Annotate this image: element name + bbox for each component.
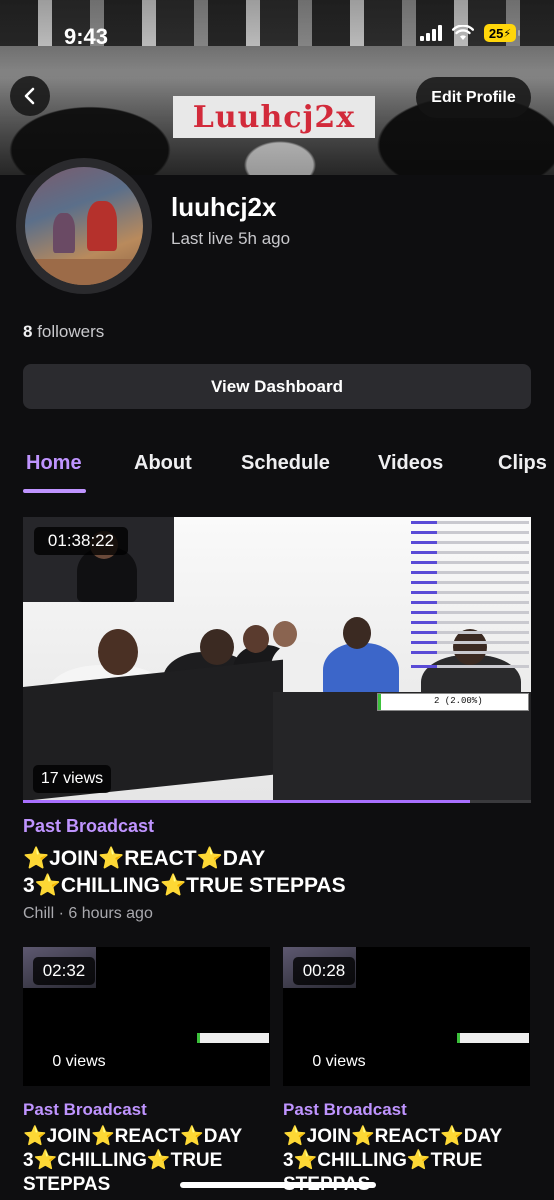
tab-about[interactable]: About [134,452,192,475]
poll-overlay: 2 (2.00%) [377,693,529,711]
view-count: 17 views [33,765,111,793]
tab-videos[interactable]: Videos [378,452,443,475]
view-count: 0 views [33,1048,125,1076]
tab-clips[interactable]: Clips [498,452,547,475]
video-meta: Chill · 6 hours ago [23,905,153,922]
watch-progress-fill [23,800,471,803]
edit-profile-button[interactable]: Edit Profile [416,77,531,118]
tab-home[interactable]: Home [26,452,82,475]
watch-progress-bar [23,800,531,803]
charging-bolt-icon: ⚡ [503,27,512,40]
battery-icon: 25 ⚡ [484,24,520,42]
video-duration: 00:28 [293,957,355,985]
back-button[interactable] [10,76,50,116]
last-live-status: Last live 5h ago [171,229,291,248]
battery-level: 25 [488,25,504,41]
cellular-signal-icon [420,25,442,41]
video-type-label: Past Broadcast [283,1100,407,1119]
channel-logo: Luuhcj2x [173,96,375,138]
video-title[interactable]: ⭐JOIN⭐REACT⭐DAY 3⭐CHILLING⭐TRUE STEPPAS [23,845,443,899]
view-count: 0 views [293,1048,385,1076]
chevron-left-icon [24,87,35,105]
avatar[interactable] [16,158,152,294]
status-icons: 25 ⚡ [420,24,520,42]
video-type-label: Past Broadcast [23,1100,147,1119]
status-time: 9:43 [64,24,109,49]
featured-video-thumbnail[interactable]: 2 (2.00%) 01:38:22 17 views [23,517,531,801]
active-tab-indicator [23,489,86,493]
video-thumbnail[interactable]: 02:32 0 views [23,947,270,1086]
view-dashboard-button[interactable]: View Dashboard [23,364,531,409]
chat-overlay [411,517,531,717]
followers-count[interactable]: 8 followers [23,322,104,342]
video-duration: 02:32 [33,957,95,985]
wifi-icon [452,25,474,40]
video-duration: 01:38:22 [34,527,128,555]
video-type-label: Past Broadcast [23,816,155,836]
poll-result: 2 (2.00%) [434,696,483,706]
video-age: 6 hours ago [68,905,153,922]
channel-username: luuhcj2x [171,192,277,222]
tab-schedule[interactable]: Schedule [241,452,330,475]
video-thumbnail[interactable]: 00:28 0 views [283,947,530,1086]
avatar-image [25,167,143,285]
channel-tabs: Home About Schedule Videos Clips [0,440,554,494]
followers-label: followers [32,322,105,341]
video-category[interactable]: Chill [23,905,54,922]
home-indicator[interactable] [180,1182,376,1188]
